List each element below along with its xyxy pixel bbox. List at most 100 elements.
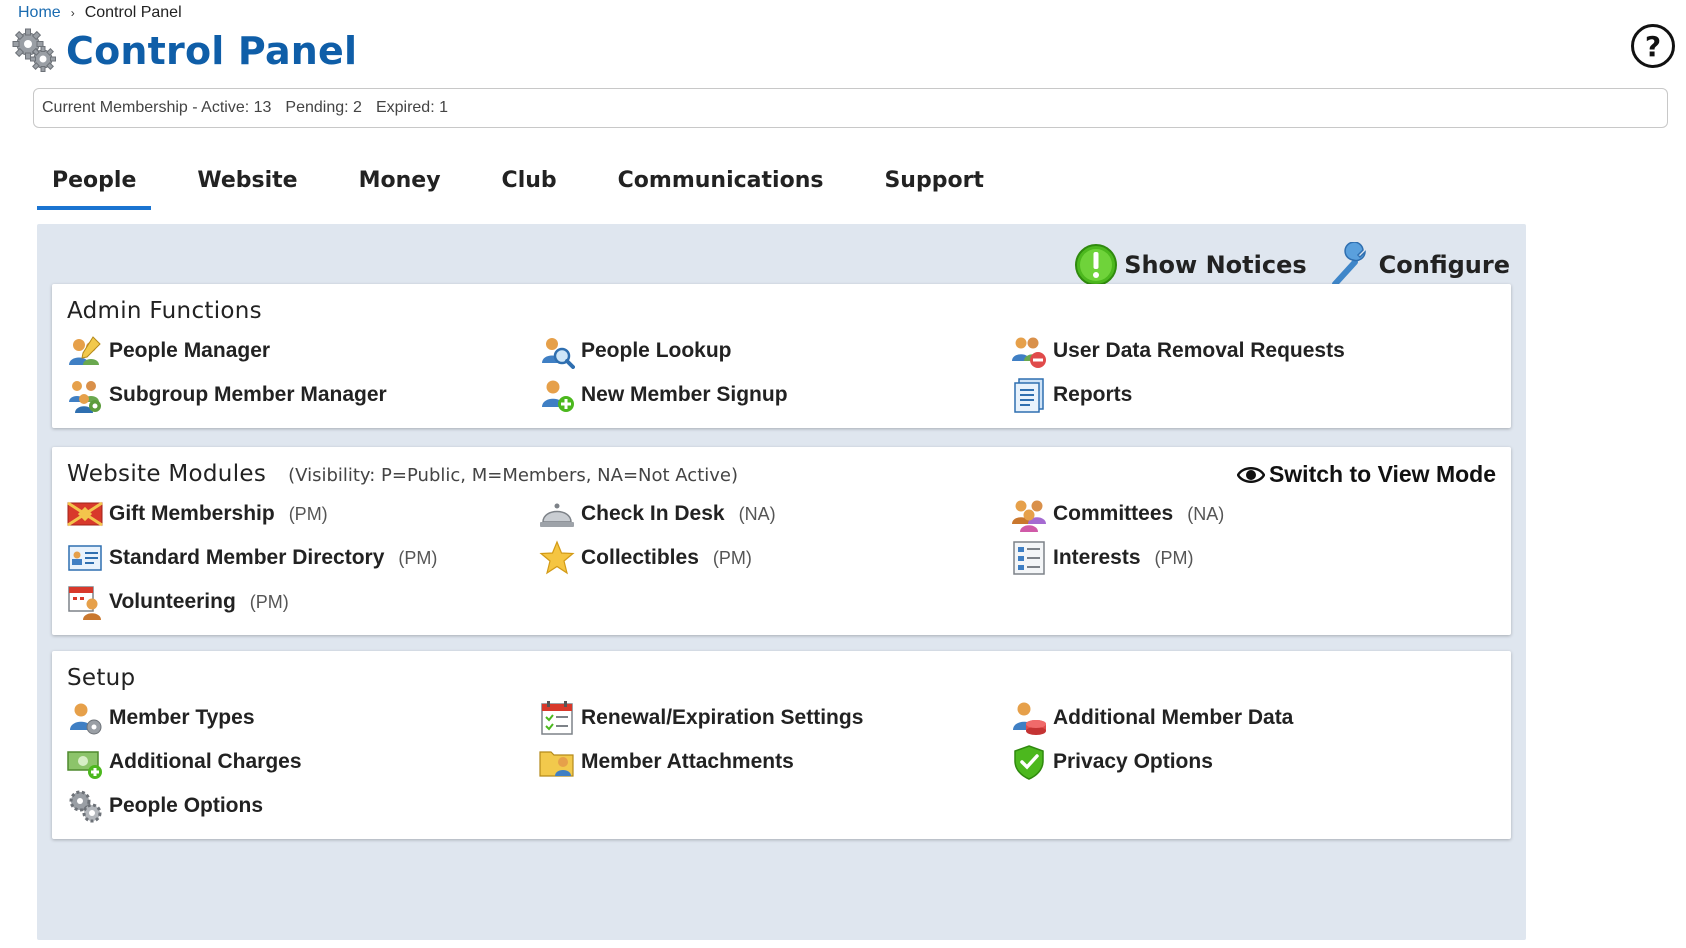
membership-summary: Current Membership - Active: 13 Pending:… — [33, 88, 1668, 128]
additional-charges-link[interactable]: Additional Charges — [67, 743, 539, 781]
tab-support[interactable]: Support — [869, 160, 998, 206]
panel-actions: Show Notices Configure — [1074, 242, 1510, 288]
gears-icon — [69, 790, 102, 823]
membership-expired: Expired: 1 — [375, 99, 448, 116]
check-in-desk-link[interactable]: Check In Desk (NA) — [539, 495, 1011, 533]
help-icon[interactable]: ? — [1631, 24, 1675, 68]
website-modules-title: Website Modules — [67, 461, 267, 487]
people-lookup-link[interactable]: People Lookup — [539, 332, 1011, 370]
gift-membership-link[interactable]: Gift Membership (PM) — [67, 495, 539, 533]
people-manager-label: People Manager — [109, 339, 271, 362]
interests-visibility: (PM) — [1154, 547, 1194, 568]
gift-icon — [67, 501, 103, 527]
page-title: Control Panel — [66, 29, 358, 73]
reports-label: Reports — [1053, 383, 1133, 406]
configure-button[interactable]: Configure — [1327, 242, 1510, 288]
tab-communications[interactable]: Communications — [603, 160, 839, 206]
privacy-options-link[interactable]: Privacy Options — [1011, 743, 1481, 781]
show-notices-button[interactable]: Show Notices — [1074, 243, 1307, 287]
people-options-label: People Options — [109, 794, 264, 817]
attachments-icon — [539, 751, 574, 777]
website-modules-card: Website Modules (Visibility: P=Public, M… — [52, 447, 1511, 635]
breadcrumb: Home › Control Panel — [18, 4, 182, 22]
breadcrumb-home-link[interactable]: Home — [18, 4, 61, 22]
standard-member-directory-label: Standard Member Directory — [109, 546, 385, 569]
shield-icon — [1014, 745, 1044, 780]
membership-active: Current Membership - Active: 13 — [42, 99, 272, 116]
breadcrumb-separator: › — [70, 6, 75, 20]
user-data-removal-icon — [1012, 337, 1046, 368]
tab-club[interactable]: Club — [487, 160, 572, 206]
check-in-desk-visibility: (NA) — [738, 503, 776, 524]
star-icon — [539, 540, 575, 575]
standard-member-directory-link[interactable]: Standard Member Directory (PM) — [67, 539, 539, 577]
new-member-signup-link[interactable]: New Member Signup — [539, 376, 1011, 414]
show-notices-label: Show Notices — [1124, 251, 1307, 279]
subgroup-member-manager-label: Subgroup Member Manager — [109, 383, 387, 406]
additional-member-data-link[interactable]: Additional Member Data — [1011, 699, 1481, 737]
tab-bar: People Website Money Club Communications… — [37, 160, 1030, 210]
committees-visibility: (NA) — [1187, 503, 1225, 524]
admin-functions-title: Admin Functions — [67, 298, 262, 324]
people-manager-link[interactable]: People Manager — [67, 332, 539, 370]
committees-link[interactable]: Committees (NA) — [1011, 495, 1481, 533]
interests-link[interactable]: Interests (PM) — [1011, 539, 1481, 577]
configure-label: Configure — [1378, 251, 1510, 279]
exclamation-icon — [1075, 244, 1118, 286]
reports-link[interactable]: Reports — [1011, 376, 1481, 414]
new-member-icon — [542, 380, 574, 412]
wrench-icon — [1331, 242, 1366, 287]
member-types-icon — [70, 703, 102, 735]
volunteering-link[interactable]: Volunteering (PM) — [67, 583, 539, 621]
reports-icon — [1014, 378, 1044, 413]
subgroup-icon — [69, 381, 101, 413]
membership-pending: Pending: 2 — [285, 99, 362, 116]
switch-to-view-mode-label: Switch to View Mode — [1268, 461, 1496, 487]
privacy-options-label: Privacy Options — [1053, 750, 1213, 773]
setup-card: Setup Member Types Renewal/Expiration Se — [52, 651, 1511, 839]
people-panel: Show Notices Configure Admin Functions P… — [37, 224, 1526, 940]
money-icon — [67, 751, 102, 779]
user-data-removal-link[interactable]: User Data Removal Requests — [1011, 332, 1481, 370]
setup-title: Setup — [67, 665, 136, 691]
member-attachments-link[interactable]: Member Attachments — [539, 743, 1011, 781]
title-row: Control Panel — [10, 26, 357, 76]
eye-icon — [1236, 466, 1265, 483]
committees-icon — [1012, 500, 1046, 532]
check-in-desk-label: Check In Desk — [581, 502, 725, 525]
renewal-expiration-label: Renewal/Expiration Settings — [581, 706, 864, 729]
breadcrumb-current: Control Panel — [84, 4, 182, 21]
people-lookup-icon — [542, 338, 575, 369]
additional-member-data-label: Additional Member Data — [1053, 706, 1294, 729]
tab-people[interactable]: People — [37, 160, 152, 210]
interests-label: Interests — [1053, 546, 1141, 569]
additional-data-icon — [1013, 702, 1046, 735]
renewal-expiration-link[interactable]: Renewal/Expiration Settings — [539, 699, 1011, 737]
subgroup-member-manager-link[interactable]: Subgroup Member Manager — [67, 376, 539, 414]
user-data-removal-label: User Data Removal Requests — [1053, 339, 1345, 362]
switch-to-view-mode-button[interactable]: Switch to View Mode — [1236, 461, 1496, 488]
tab-money[interactable]: Money — [344, 160, 456, 206]
committees-label: Committees — [1053, 502, 1174, 525]
bell-icon — [540, 503, 574, 527]
people-lookup-label: People Lookup — [581, 339, 732, 362]
collectibles-label: Collectibles — [581, 546, 699, 569]
volunteering-visibility: (PM) — [249, 591, 289, 612]
people-options-link[interactable]: People Options — [67, 787, 539, 825]
people-manager-icon — [69, 336, 101, 365]
interests-icon — [1013, 541, 1045, 575]
tab-website[interactable]: Website — [182, 160, 312, 206]
collectibles-link[interactable]: Collectibles (PM) — [539, 539, 1011, 577]
standard-member-directory-visibility: (PM) — [398, 547, 438, 568]
admin-functions-card: Admin Functions People Manager People Lo… — [52, 284, 1511, 428]
additional-charges-label: Additional Charges — [109, 750, 302, 773]
directory-icon — [68, 545, 102, 571]
gift-membership-visibility: (PM) — [288, 503, 328, 524]
gift-membership-label: Gift Membership — [109, 502, 275, 525]
visibility-legend: (Visibility: P=Public, M=Members, NA=Not… — [288, 465, 739, 486]
member-attachments-label: Member Attachments — [581, 750, 794, 773]
collectibles-visibility: (PM) — [712, 547, 752, 568]
volunteering-label: Volunteering — [109, 590, 236, 613]
member-types-link[interactable]: Member Types — [67, 699, 539, 737]
volunteering-icon — [68, 586, 101, 620]
